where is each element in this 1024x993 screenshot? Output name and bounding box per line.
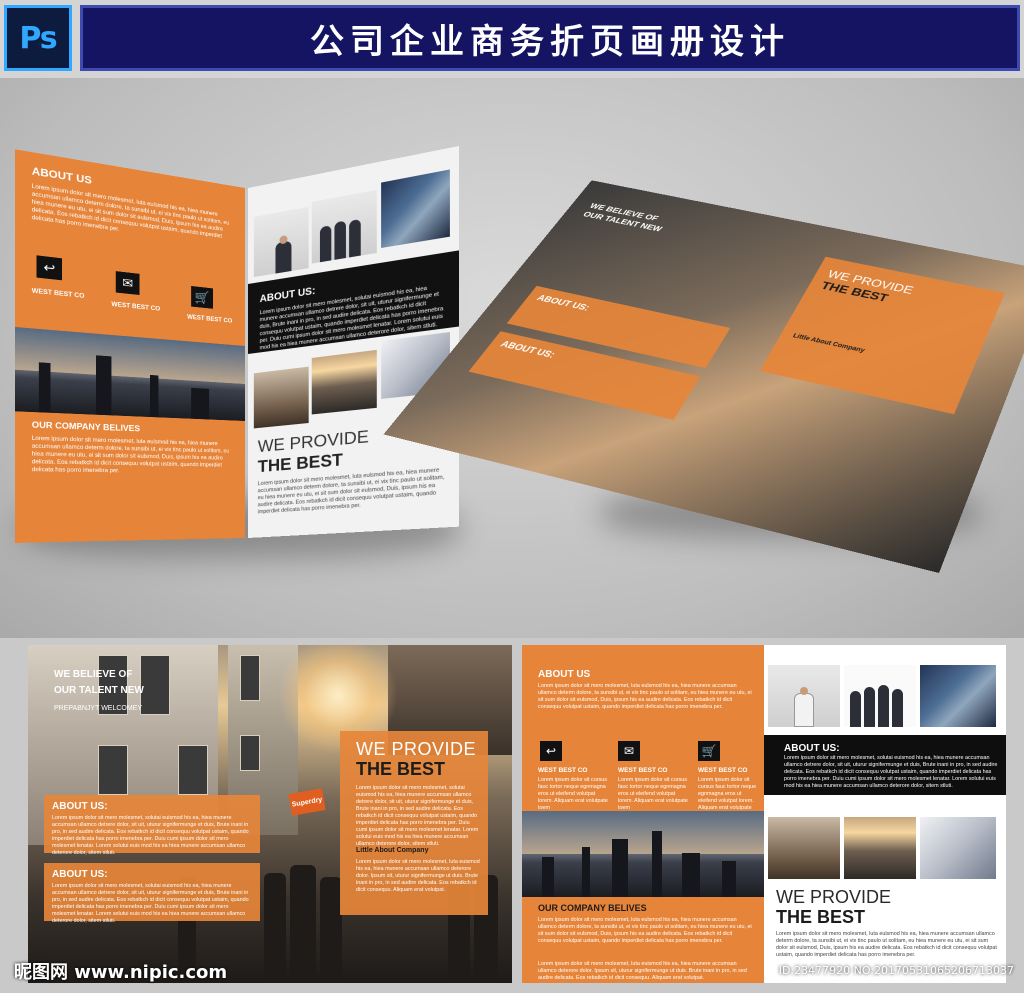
cart-icon: 🛒	[191, 285, 214, 309]
share-icon: ↩	[540, 741, 562, 761]
inside-we-provide: WE PROVIDE	[776, 887, 892, 907]
brochure-inside-spread: ABOUT US Lorem ipsum dolor sit mero mole…	[522, 645, 1006, 983]
inside-about-us-dark-text: Lorem ipsum dolor sit mero molesmet, sol…	[784, 755, 998, 789]
folded-brochure-mockup: WE BELIEVE OF OUR TALENT NEW ABOUT US: A…	[383, 178, 1024, 573]
mockup-right-leaf: ABOUT US: Lorem ipsum dolor sit mero mol…	[248, 145, 460, 539]
inside-west-best-3: WEST BEST CO	[698, 767, 748, 774]
mock-company-belives: OUR COMPANY BELIVES	[31, 419, 141, 434]
inside-building-photo	[920, 665, 996, 727]
inside-the-best: THE BEST	[776, 907, 866, 927]
cover-prepabnyt: PREPABNJYT WELCOMEY	[54, 705, 143, 712]
inside-meeting-photo	[768, 817, 840, 879]
inside-street-photo	[844, 817, 916, 879]
cover-we-provide-text: Lorem ipsum dolor sit mero molesmet, sol…	[356, 785, 479, 847]
cover-about-text-2: Lorem ipsum dolor sit mero molesmet, sol…	[52, 883, 249, 924]
page-title: 公司企业商务折页画册设计	[310, 21, 790, 62]
title-banner: 公司企业商务折页画册设计	[80, 5, 1020, 71]
inside-company-belives: OUR COMPANY BELIVES	[538, 903, 647, 913]
cover-believe-line-1: WE BELIEVE OF	[54, 669, 133, 680]
mock-company-text: Lorem ipsum dolor sit mero molesmet, lut…	[31, 435, 230, 475]
image-id-text: ID:23477920 NO:20170531065206713037	[778, 964, 1014, 977]
open-brochure-mockup: ABOUT US Lorem ipsum dolor sit mero mole…	[15, 145, 460, 543]
inside-writing-photo	[920, 817, 996, 879]
cart-icon: 🛒	[698, 741, 720, 761]
inside-about-us-dark: ABOUT US:	[784, 743, 840, 754]
mock-street-photo	[311, 349, 377, 415]
cover-little-about: Little About Company	[356, 847, 429, 854]
cover-little-about-text: Lorem ipsum dolor sit mero molesmet, lut…	[356, 859, 480, 893]
cover-we-provide: WE PROVIDE	[356, 739, 477, 759]
inside-west-best-2: WEST BEST CO	[618, 767, 668, 774]
cover-about-panel-1: ABOUT US: Lorem ipsum dolor sit mero mol…	[44, 795, 260, 856]
photoshop-icon: Ps	[4, 5, 72, 71]
mockup-cover: WE BELIEVE OF OUR TALENT NEW ABOUT US: A…	[383, 180, 1024, 573]
mock-west-best-2: WEST BEST CO	[111, 301, 161, 313]
mock-building-photo	[381, 169, 450, 249]
app-badge-label: Ps	[19, 20, 57, 56]
watermark-text: 昵图网 www.nipic.com	[14, 962, 228, 983]
mock-city-photo	[15, 326, 246, 421]
mock-businessman-photo	[253, 206, 309, 278]
brochure-cover-spread: Superdry WE BELIEVE OF OUR TALENT NEW PR…	[28, 645, 512, 983]
inside-company-tail: Lorem ipsum dolor sit mero molesmet, lut…	[538, 961, 747, 981]
inside-west-best-text-2: Lorem ipsum dolor sit cursus fauc tortor…	[618, 777, 688, 811]
mock-cover-panel-3: WE PROVIDE THE BEST Little About Company	[759, 256, 1005, 415]
share-icon: ↩	[36, 255, 63, 281]
chat-icon: ✉	[115, 271, 140, 295]
cover-about-heading-1: ABOUT US:	[52, 801, 108, 812]
mockup-left-leaf: ABOUT US Lorem ipsum dolor sit mero mole…	[15, 149, 246, 543]
header-bar: Ps 公司企业商务折页画册设计	[0, 0, 1024, 78]
cover-the-best: THE BEST	[356, 759, 446, 779]
cover-about-panel-2: ABOUT US: Lorem ipsum dolor sit mero mol…	[44, 863, 260, 924]
inside-we-provide-text: Lorem ipsum dolor sit mero molesmet, lut…	[776, 931, 997, 958]
cover-we-provide-panel: WE PROVIDE THE BEST Lorem ipsum dolor si…	[340, 731, 488, 915]
inside-businessman-photo	[768, 665, 840, 727]
inside-west-best-text-1: Lorem ipsum dolor sit cursus fauc tortor…	[538, 777, 608, 811]
mock-meeting-photo	[253, 366, 309, 429]
cover-believe-line-2: OUR TALENT NEW	[54, 685, 144, 696]
inside-left-panel: ABOUT US Lorem ipsum dolor sit mero mole…	[522, 645, 764, 983]
mock-west-best-1: WEST BEST CO	[31, 288, 85, 301]
chat-icon: ✉	[618, 741, 640, 761]
inside-black-band: ABOUT US: Lorem ipsum dolor sit mero mol…	[764, 735, 1006, 795]
inside-about-text: Lorem ipsum dolor sit mero molesmet, lut…	[538, 683, 752, 710]
cover-about-text-1: Lorem ipsum dolor sit mero molesmet, sol…	[52, 815, 249, 856]
inside-team-photo	[844, 665, 916, 727]
mock-about-text: Lorem ipsum dolor sit mero molesmet, lut…	[31, 183, 230, 240]
cover-about-heading-2: ABOUT US:	[52, 869, 108, 880]
inside-city-photo	[522, 811, 764, 897]
mock-west-best-3: WEST BEST CO	[187, 314, 233, 325]
brochure-mockup-area: ABOUT US Lorem ipsum dolor sit mero mole…	[0, 78, 1024, 638]
inside-about-heading: ABOUT US	[538, 669, 591, 680]
inside-west-best-1: WEST BEST CO	[538, 767, 588, 774]
mock-team-photo	[311, 189, 377, 264]
inside-company-text: Lorem ipsum dolor sit mero molesmet, lut…	[538, 917, 752, 944]
